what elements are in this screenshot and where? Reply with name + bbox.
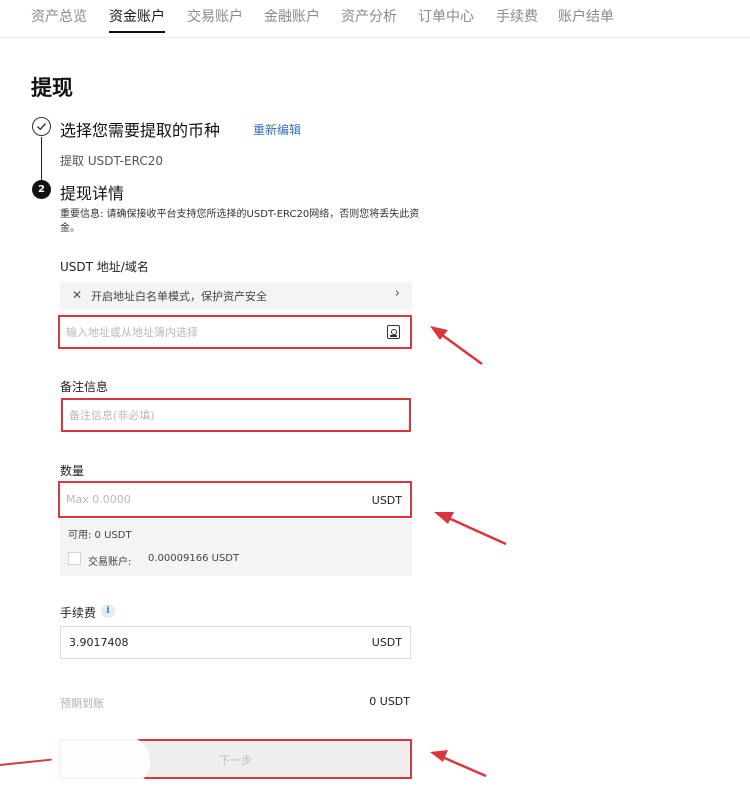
expected-arrival-label: 预期到账 [60, 697, 104, 710]
arrow-icon [430, 750, 487, 778]
available-balance: 可用: 0 USDT [68, 530, 132, 541]
amount-label: 数量 [60, 464, 85, 478]
nav-tab-finance-account[interactable]: 金融账户 [264, 6, 320, 26]
step1-title: 选择您需要提取的币种 [60, 121, 221, 140]
address-input-wrapper [58, 315, 412, 349]
step-connector-line [41, 137, 42, 180]
expected-arrival-value: 0 USDT [369, 695, 410, 708]
network-warning-notice: 重要信息: 请确保接收平台支持您所选择的USDT-ERC20网络，否则您将丢失此… [60, 209, 420, 234]
trading-account-balance: 0.00009166 USDT [148, 553, 240, 564]
fee-value: 3.9017408 [69, 636, 129, 649]
amount-input-wrapper: USDT [58, 481, 412, 518]
check-circle-icon [32, 117, 51, 136]
nav-tab-asset-overview[interactable]: 资产总览 [31, 6, 87, 26]
nav-tab-order-center[interactable]: 订单中心 [418, 6, 474, 26]
nav-tab-funding-account[interactable]: 资金账户 [109, 6, 165, 33]
memo-input[interactable] [63, 400, 409, 430]
arrow-icon [434, 512, 507, 546]
selected-currency: 提取 USDT-ERC20 [60, 154, 163, 168]
nav-tab-asset-analysis[interactable]: 资产分析 [341, 6, 397, 26]
fee-unit: USDT [371, 636, 402, 649]
chevron-right-icon[interactable]: › [395, 286, 400, 301]
nav-tab-fees[interactable]: 手续费 [496, 6, 538, 26]
page-title: 提现 [31, 76, 73, 100]
whitelist-text: 开启地址白名单模式，保护资产安全 [91, 290, 267, 303]
reedit-link[interactable]: 重新编辑 [253, 121, 301, 138]
memo-label: 备注信息 [60, 380, 109, 394]
address-book-icon[interactable] [387, 325, 400, 339]
step2-number-badge: 2 [32, 180, 51, 199]
info-icon[interactable]: i [101, 604, 115, 618]
amount-input[interactable] [60, 483, 410, 516]
trading-account-label: 交易账户: [88, 557, 132, 568]
step2-title: 提现详情 [60, 184, 125, 203]
amount-unit: USDT [371, 494, 402, 507]
whitelist-banner[interactable]: ✕ 开启地址白名单模式，保护资产安全 › [60, 282, 412, 310]
trading-account-checkbox[interactable] [68, 552, 81, 565]
arrow-icon [430, 326, 483, 366]
close-icon[interactable]: ✕ [72, 288, 82, 302]
memo-input-wrapper [61, 398, 411, 432]
address-label: USDT 地址/域名 [60, 260, 149, 274]
top-nav: 资产总览 资金账户 交易账户 金融账户 资产分析 订单中心 手续费 账户结单 [0, 0, 750, 38]
nav-tab-trading-account[interactable]: 交易账户 [187, 6, 243, 26]
fee-label: 手续费 [60, 606, 97, 620]
available-balance-panel: 可用: 0 USDT 交易账户: 0.00009166 USDT [60, 519, 412, 576]
address-input[interactable] [60, 317, 410, 347]
nav-tab-statements[interactable]: 账户结单 [558, 6, 614, 26]
fee-display: 3.9017408 USDT [60, 626, 411, 659]
